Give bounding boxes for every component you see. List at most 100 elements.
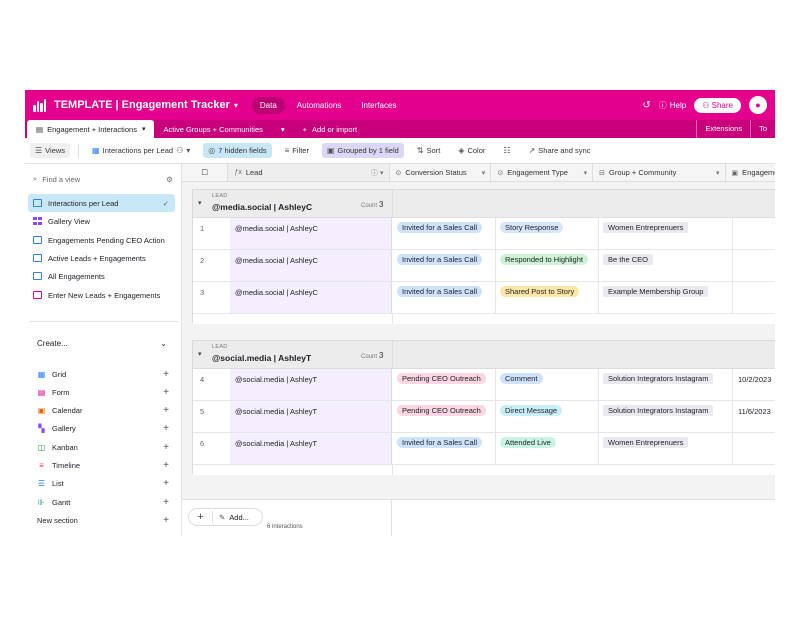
nav-tab-interfaces[interactable]: Interfaces	[353, 97, 404, 114]
plus-icon[interactable]: +	[163, 497, 169, 508]
lead-cell[interactable]: @media.social | AshleyC	[230, 218, 392, 249]
type-cell[interactable]: Shared Post to Story	[496, 282, 599, 313]
create-gantt[interactable]: ⊪ Gantt +	[37, 495, 169, 509]
color-button[interactable]: ◈ Color	[453, 143, 490, 158]
type-cell[interactable]: Comment	[496, 369, 599, 400]
group-cell[interactable]: Solution Integrators Instagram	[599, 369, 733, 400]
group-button[interactable]: ▣ Grouped by 1 field	[321, 143, 404, 158]
base-logo-icon[interactable]	[33, 98, 46, 112]
filter-button[interactable]: ≡ Filter	[280, 143, 314, 158]
share-button[interactable]: ⚇ Share	[694, 97, 741, 113]
chevron-down-icon[interactable]: ▾	[186, 146, 190, 155]
column-header-lead[interactable]: ƒx Lead ⓘ ▾	[228, 164, 390, 181]
share-and-sync-button[interactable]: ↗ Share and sync	[524, 143, 596, 158]
select-all-checkbox[interactable]: ☐	[182, 164, 229, 181]
create-section-toggle[interactable]: Create... ⌄	[37, 339, 167, 348]
plus-icon[interactable]: +	[163, 442, 169, 453]
type-cell[interactable]: Story Response	[496, 218, 599, 249]
date-cell[interactable]	[733, 218, 775, 249]
nav-tab-data[interactable]: Data	[251, 96, 285, 114]
history-icon[interactable]: ↺	[642, 100, 650, 111]
create-grid[interactable]: ▦ Grid +	[37, 367, 169, 381]
date-cell[interactable]	[733, 282, 775, 313]
sidebar-view-enter-new-leads[interactable]: Enter New Leads + Engagements	[28, 286, 175, 304]
info-chevron-icon[interactable]: ⓘ ▾	[371, 168, 383, 178]
base-title[interactable]: TEMPLATE | Engagement Tracker	[54, 99, 230, 111]
group-cell[interactable]: Women Entreprenuers	[599, 433, 733, 464]
create-timeline[interactable]: ≡ Timeline +	[37, 458, 169, 472]
plus-icon[interactable]: +	[163, 405, 169, 416]
table-row[interactable]: 1 @media.social | AshleyC Invited for a …	[193, 218, 775, 250]
plus-icon[interactable]: +	[163, 423, 169, 434]
status-cell[interactable]: Invited for a Sales Call	[393, 282, 496, 313]
chevron-down-icon[interactable]: ▾	[198, 350, 202, 358]
new-section-button[interactable]: New section +	[37, 513, 169, 527]
group-cell[interactable]: Solution Integrators Instagram	[599, 401, 733, 432]
sidebar-view-active-leads[interactable]: Active Leads + Engagements	[28, 249, 175, 267]
table-tab-groups[interactable]: Active Groups + Communities	[154, 120, 271, 138]
lead-cell[interactable]: @media.social | AshleyC	[230, 250, 392, 281]
extensions-button[interactable]: Extensions	[696, 120, 750, 138]
bell-icon[interactable]: ●	[749, 96, 767, 114]
sidebar-view-gallery[interactable]: Gallery View	[28, 212, 175, 230]
type-cell[interactable]: Attended Live	[496, 433, 599, 464]
table-row[interactable]: 2 @media.social | AshleyC Invited for a …	[193, 250, 775, 282]
table-row[interactable]: 3 @media.social | AshleyC Invited for a …	[193, 282, 775, 314]
plus-icon[interactable]: +	[163, 369, 169, 380]
chevron-down-icon[interactable]: ▾	[716, 169, 720, 177]
type-cell[interactable]: Responded to Highlight	[496, 250, 599, 281]
group-header[interactable]: ▾ LEAD @social.media | AshleyT Count 3	[193, 341, 775, 369]
chevron-down-icon[interactable]: ▾	[234, 101, 238, 110]
plus-icon[interactable]: +	[163, 460, 169, 471]
status-cell[interactable]: Invited for a Sales Call	[393, 218, 496, 249]
find-view-input[interactable]: ⌕ Find a view ⚙	[33, 172, 173, 186]
status-cell[interactable]: Invited for a Sales Call	[393, 433, 496, 464]
tools-button[interactable]: To	[750, 120, 775, 138]
gear-icon[interactable]: ⚙	[166, 175, 173, 184]
lead-cell[interactable]: @media.social | AshleyC	[230, 282, 392, 313]
sidebar-view-interactions-per-lead[interactable]: Interactions per Lead ✓	[28, 194, 175, 212]
create-calendar[interactable]: ▣ Calendar +	[37, 403, 169, 417]
add-record-control[interactable]: + ✎ Add...	[188, 508, 263, 526]
hide-fields-button[interactable]: ◎ 7 hidden fields	[203, 143, 272, 158]
column-header-engagement-type[interactable]: ⊙ Engagement Type ▾	[491, 164, 594, 181]
column-header-group-community[interactable]: ⊟ Group + Community ▾	[593, 164, 726, 181]
help-button[interactable]: ⓘ Help	[659, 100, 686, 111]
chevron-down-icon[interactable]: ▾	[482, 169, 486, 177]
status-cell[interactable]: Pending CEO Outreach	[393, 401, 496, 432]
create-form[interactable]: ▤ Form +	[37, 385, 169, 399]
table-row[interactable]: 5 @social.media | AshleyT Pending CEO Ou…	[193, 401, 775, 433]
date-cell[interactable]	[733, 433, 775, 464]
table-tab-engagement[interactable]: ▤ Engagement + Interactions ▾	[27, 120, 155, 138]
group-cell[interactable]: Example Membership Group	[599, 282, 733, 313]
date-cell[interactable]: 11/6/2023	[733, 401, 775, 432]
chevron-down-icon[interactable]: ▾	[584, 169, 588, 177]
row-height-button[interactable]: ☷	[498, 143, 515, 158]
column-header-conversion-status[interactable]: ⊙ Conversion Status ▾	[390, 164, 492, 181]
more-tables-chevron-icon[interactable]: ▾	[272, 120, 294, 138]
create-list[interactable]: ☰ List +	[37, 476, 169, 490]
views-toggle-button[interactable]: ☰ Views	[30, 143, 71, 158]
sidebar-view-pending-ceo[interactable]: Engagements Pending CEO Action	[28, 231, 175, 249]
group-cell[interactable]: Be the CEO	[599, 250, 733, 281]
add-or-import-button[interactable]: + Add or import	[294, 120, 366, 138]
table-row[interactable]: 6 @social.media | AshleyT Invited for a …	[193, 433, 775, 465]
current-view-button[interactable]: ▦ Interactions per Lead ⚇ ▾	[87, 143, 195, 158]
group-header[interactable]: ▾ LEAD @media.social | AshleyC Count 3	[193, 190, 775, 218]
lead-cell[interactable]: @social.media | AshleyT	[230, 369, 392, 400]
table-row[interactable]: 4 @social.media | AshleyT Pending CEO Ou…	[193, 369, 775, 401]
status-cell[interactable]: Invited for a Sales Call	[393, 250, 496, 281]
status-cell[interactable]: Pending CEO Outreach	[393, 369, 496, 400]
create-gallery[interactable]: ▚ Gallery +	[37, 421, 169, 435]
plus-icon[interactable]: +	[189, 511, 213, 523]
sort-button[interactable]: ⇅ Sort	[412, 143, 445, 158]
column-header-engagement-date[interactable]: ▣ Engageme	[726, 164, 775, 181]
create-kanban[interactable]: ◫ Kanban +	[37, 440, 169, 454]
group-cell[interactable]: Women Entreprenuers	[599, 218, 733, 249]
chevron-down-icon[interactable]: ▾	[198, 199, 202, 207]
date-cell[interactable]: 10/2/2023	[733, 369, 775, 400]
type-cell[interactable]: Direct Message	[496, 401, 599, 432]
plus-icon[interactable]: +	[163, 515, 169, 526]
lead-cell[interactable]: @social.media | AshleyT	[230, 433, 392, 464]
date-cell[interactable]	[733, 250, 775, 281]
